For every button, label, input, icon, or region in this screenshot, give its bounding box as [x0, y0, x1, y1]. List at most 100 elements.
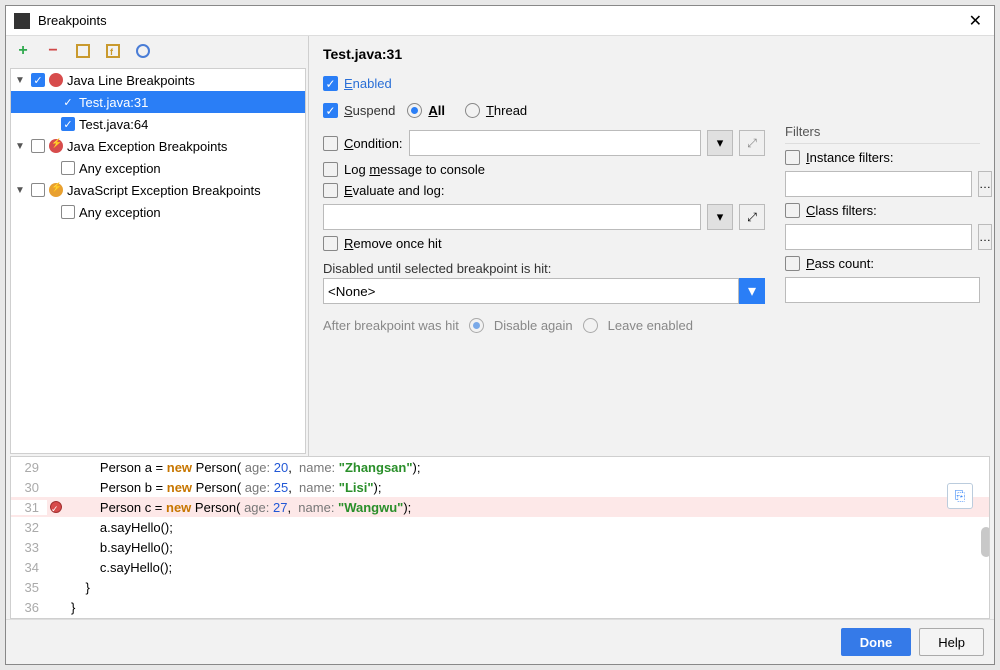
tree-item[interactable]: Any exception — [11, 157, 305, 179]
run-to-cursor-icon[interactable]: ⎘ — [947, 483, 973, 509]
group-by-class-icon[interactable] — [134, 42, 152, 60]
evaluate-log-label: Evaluate and log: — [344, 183, 444, 198]
filters-title: Filters — [785, 124, 980, 139]
breakpoint-type-icon — [49, 139, 63, 153]
close-icon[interactable]: ✕ — [965, 11, 986, 31]
breakpoint-title: Test.java:31 — [323, 46, 980, 62]
code-line: 29 Person a = new Person( age: 20, name:… — [11, 457, 989, 477]
item-label: Any exception — [79, 161, 161, 176]
group-label: JavaScript Exception Breakpoints — [67, 183, 261, 198]
code-line: 36} — [11, 597, 989, 617]
group-label: Java Exception Breakpoints — [67, 139, 227, 154]
svg-text:f: f — [110, 47, 114, 57]
group-checkbox[interactable] — [31, 139, 45, 153]
item-checkbox[interactable] — [61, 161, 75, 175]
tree-group[interactable]: ▼ Java Exception Breakpoints — [11, 135, 305, 157]
tree-group[interactable]: ▼ JavaScript Exception Breakpoints — [11, 179, 305, 201]
item-label: Test.java:31 — [79, 95, 148, 110]
disabled-until-dropdown-button[interactable]: ▾ — [739, 278, 765, 304]
suspend-all-label: All — [428, 103, 445, 118]
item-label: Test.java:64 — [79, 117, 148, 132]
code-preview: ⎘ 29 Person a = new Person( age: 20, nam… — [10, 456, 990, 619]
disable-again-label: Disable again — [494, 318, 573, 333]
evaluate-log-expand-button[interactable]: ⤢ — [739, 204, 765, 230]
expand-arrow-icon[interactable]: ▼ — [13, 141, 27, 152]
group-by-file-icon[interactable]: f — [104, 42, 122, 60]
app-icon — [14, 13, 30, 29]
dialog-button-row: Done Help — [6, 619, 994, 664]
suspend-all-radio[interactable] — [407, 103, 422, 118]
code-line: 30 Person b = new Person( age: 25, name:… — [11, 477, 989, 497]
suspend-thread-radio[interactable] — [465, 103, 480, 118]
log-message-label: Log message to console — [344, 162, 485, 177]
breakpoint-type-icon — [49, 73, 63, 87]
done-button[interactable]: Done — [841, 628, 912, 656]
class-filters-label: Class filters: — [806, 203, 877, 218]
log-message-checkbox[interactable] — [323, 162, 338, 177]
suspend-checkbox[interactable]: ✓ — [323, 103, 338, 118]
class-filters-checkbox[interactable] — [785, 203, 800, 218]
code-line: 32 a.sayHello(); — [11, 517, 989, 537]
details-panel: Test.java:31 ✓ Enabled ✓ Suspend All Thr… — [309, 36, 994, 456]
breakpoints-dialog: Breakpoints ✕ + − f ▼ ✓ Java Line Breakp… — [5, 5, 995, 665]
instance-filters-label: Instance filters: — [806, 150, 893, 165]
pass-count-label: Pass count: — [806, 256, 874, 271]
instance-filters-checkbox[interactable] — [785, 150, 800, 165]
class-filters-browse-button[interactable]: … — [978, 224, 992, 250]
group-checkbox[interactable]: ✓ — [31, 73, 45, 87]
condition-checkbox[interactable] — [323, 136, 338, 151]
code-line: 33 b.sayHello(); — [11, 537, 989, 557]
tree-item[interactable]: Any exception — [11, 201, 305, 223]
remove-once-hit-checkbox[interactable] — [323, 236, 338, 251]
expand-arrow-icon[interactable]: ▼ — [13, 185, 27, 196]
leave-enabled-radio[interactable] — [583, 318, 598, 333]
condition-label: Condition: — [344, 136, 403, 151]
disable-again-radio[interactable] — [469, 318, 484, 333]
add-breakpoint-button[interactable]: + — [14, 42, 32, 60]
group-label: Java Line Breakpoints — [67, 73, 195, 88]
enabled-checkbox[interactable]: ✓ — [323, 76, 338, 91]
group-checkbox[interactable] — [31, 183, 45, 197]
dialog-body: + − f ▼ ✓ Java Line Breakpoints ✓ Test.j… — [6, 36, 994, 664]
evaluate-log-history-button[interactable]: ▾ — [707, 204, 733, 230]
disabled-until-label: Disabled until selected breakpoint is hi… — [323, 261, 765, 276]
tree-item[interactable]: ✓ Test.java:31 — [11, 91, 305, 113]
item-label: Any exception — [79, 205, 161, 220]
pass-count-checkbox[interactable] — [785, 256, 800, 271]
code-text: Person a = new Person( age: 20, name: "Z… — [65, 460, 420, 475]
evaluate-log-checkbox[interactable] — [323, 183, 338, 198]
item-checkbox[interactable] — [61, 205, 75, 219]
instance-filters-browse-button[interactable]: … — [978, 171, 992, 197]
remove-breakpoint-button[interactable]: − — [44, 42, 62, 60]
instance-filters-input[interactable] — [785, 171, 972, 197]
titlebar: Breakpoints ✕ — [6, 6, 994, 36]
item-checkbox[interactable]: ✓ — [61, 117, 75, 131]
breakpoint-gutter-icon[interactable] — [50, 501, 62, 513]
tree-item[interactable]: ✓ Test.java:64 — [11, 113, 305, 135]
code-text: Person c = new Person( age: 27, name: "W… — [65, 500, 411, 515]
left-panel: + − f ▼ ✓ Java Line Breakpoints ✓ Test.j… — [6, 36, 309, 456]
suspend-label: Suspend — [344, 103, 395, 118]
class-filters-input[interactable] — [785, 224, 972, 250]
code-line: 31 Person c = new Person( age: 27, name:… — [11, 497, 989, 517]
scrollbar-thumb[interactable] — [981, 527, 990, 557]
code-text: } — [65, 580, 90, 595]
help-button[interactable]: Help — [919, 628, 984, 656]
tree-group[interactable]: ▼ ✓ Java Line Breakpoints — [11, 69, 305, 91]
enabled-label[interactable]: Enabled — [344, 76, 392, 91]
disabled-until-select[interactable] — [323, 278, 739, 304]
group-by-package-icon[interactable] — [74, 42, 92, 60]
breakpoint-tree[interactable]: ▼ ✓ Java Line Breakpoints ✓ Test.java:31… — [10, 68, 306, 454]
code-text: } — [65, 600, 75, 615]
expand-arrow-icon[interactable]: ▼ — [13, 75, 27, 86]
pass-count-input[interactable] — [785, 277, 980, 303]
code-line: 34 c.sayHello(); — [11, 557, 989, 577]
suspend-thread-label: Thread — [486, 103, 527, 118]
item-checkbox[interactable]: ✓ — [61, 95, 75, 109]
condition-expand-button[interactable]: ⤢ — [739, 130, 765, 156]
condition-input[interactable] — [409, 130, 701, 156]
evaluate-log-input[interactable] — [323, 204, 701, 230]
condition-history-button[interactable]: ▾ — [707, 130, 733, 156]
window-title: Breakpoints — [38, 13, 107, 28]
code-text: a.sayHello(); — [65, 520, 173, 535]
